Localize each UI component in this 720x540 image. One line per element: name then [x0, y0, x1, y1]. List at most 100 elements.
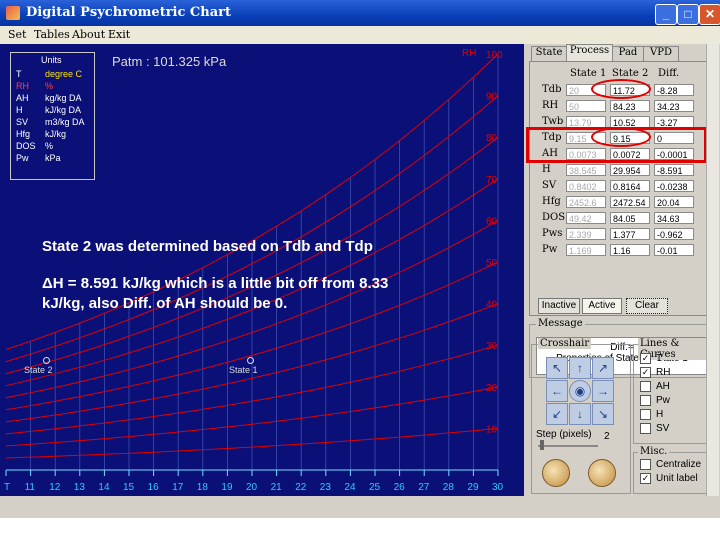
state-2-value[interactable]: 29.954: [610, 164, 650, 176]
property-label: Twb: [542, 116, 564, 127]
state-1-value[interactable]: 2.339: [566, 228, 606, 240]
rh-curve-label: 90: [486, 92, 498, 103]
unit-value: kJ/kg: [45, 129, 67, 139]
arrow-up-icon[interactable]: ↑: [569, 357, 591, 379]
diff-value[interactable]: 34.23: [654, 100, 694, 112]
arrow-up-left-icon[interactable]: ↖: [546, 357, 568, 379]
unit-value: kJ/kg DA: [45, 105, 82, 115]
inactive-button[interactable]: Inactive: [538, 298, 580, 314]
property-label: Tdb: [542, 84, 562, 95]
misc-group: Misc. Centralize ✓ Unit label: [633, 446, 713, 494]
state-1-value[interactable]: 50: [566, 100, 606, 112]
app-window: Digital Psychrometric Chart _ □ ✕ Set Ta…: [0, 0, 720, 518]
arrow-up-right-icon[interactable]: ↗: [592, 357, 614, 379]
property-label: Pw: [542, 244, 558, 255]
maximize-button[interactable]: □: [677, 4, 699, 25]
minimize-button[interactable]: _: [655, 4, 677, 25]
unit-value: kg/kg DA: [45, 93, 82, 103]
unit-value: %: [45, 81, 54, 91]
tab-process[interactable]: Process: [566, 44, 613, 62]
state-1-value[interactable]: 38.545: [566, 164, 606, 176]
rh-curve-label: 70: [486, 175, 498, 186]
misc-title: Misc.: [638, 446, 670, 457]
checkbox-label: Unit label: [656, 473, 698, 485]
x-tick-label: 17: [172, 482, 184, 493]
property-label: RH: [542, 100, 559, 111]
column-header-diff: Diff.: [658, 68, 680, 79]
misc-checkbox[interactable]: ✓ Unit label: [640, 473, 698, 484]
arrow-right-icon[interactable]: →: [592, 380, 614, 402]
checkbox-icon[interactable]: [640, 381, 651, 392]
misc-checkbox[interactable]: Centralize: [640, 459, 701, 470]
diff-value[interactable]: 20.04: [654, 196, 694, 208]
close-button[interactable]: ✕: [699, 4, 720, 25]
annotation-line-3: kJ/kg, also Diff. of AH should be 0.: [42, 295, 288, 312]
state-2-value[interactable]: 0.8164: [610, 180, 650, 192]
diff-value[interactable]: 34.63: [654, 212, 694, 224]
arrow-down-right-icon[interactable]: ↘: [592, 403, 614, 425]
checkbox-icon[interactable]: [640, 423, 651, 434]
checkbox-icon[interactable]: [640, 409, 651, 420]
curve-checkbox[interactable]: AH: [640, 381, 670, 392]
arrow-left-icon[interactable]: ←: [546, 380, 568, 402]
checkbox-icon[interactable]: ✓: [640, 353, 651, 364]
curve-checkbox[interactable]: SV: [640, 423, 669, 434]
menu-tables[interactable]: Tables: [34, 28, 70, 41]
diff-value[interactable]: -0.962: [654, 228, 694, 240]
message-title: Message: [536, 318, 585, 329]
state-1-value[interactable]: 2452.6: [566, 196, 606, 208]
checkbox-icon[interactable]: ✓: [640, 367, 651, 378]
diff-value[interactable]: -0.01: [654, 244, 694, 256]
arrow-down-icon[interactable]: ↓: [569, 403, 591, 425]
curve-checkbox[interactable]: Pw: [640, 395, 670, 406]
x-tick-label: 27: [418, 482, 430, 493]
column-header-state-2: State 2: [612, 68, 649, 79]
highlight-ellipse: [591, 79, 651, 99]
vertical-scrollbar[interactable]: [706, 44, 719, 496]
checkbox-icon[interactable]: ✓: [640, 473, 651, 484]
checkbox-icon[interactable]: [640, 395, 651, 406]
clear-button[interactable]: Clear: [626, 298, 668, 314]
unit-symbol: RH: [16, 81, 29, 91]
state-2-value[interactable]: 2472.54: [610, 196, 650, 208]
units-legend: Units T degree C RH % AH kg/kg DA H kJ/k…: [10, 52, 95, 180]
side-panel: State Process Pad VPD State 1 State 2 Di…: [526, 44, 720, 496]
tab-state[interactable]: State: [531, 46, 567, 62]
curve-checkbox[interactable]: ✓ T: [640, 353, 662, 364]
arrow-down-left-icon[interactable]: ↙: [546, 403, 568, 425]
diff-value[interactable]: -8.28: [654, 84, 694, 96]
menu-set[interactable]: Set: [8, 28, 26, 41]
diff-value[interactable]: -8.591: [654, 164, 694, 176]
tab-vpd[interactable]: VPD: [643, 46, 679, 62]
crosshair-group: Crosshair ↖ ↑ ↗ ← ◉ → ↙ ↓ ↘ Step (pixels…: [531, 338, 631, 494]
center-icon[interactable]: ◉: [569, 380, 591, 402]
active-button[interactable]: Active: [582, 298, 622, 314]
crosshair-title: Crosshair: [538, 338, 592, 349]
x-tick-label: 11: [25, 482, 36, 493]
state-1-label: State 1: [229, 365, 258, 375]
zoom-out-icon[interactable]: [542, 459, 570, 487]
step-slider-handle[interactable]: [540, 440, 544, 450]
state-1-value[interactable]: 49.42: [566, 212, 606, 224]
tab-pad[interactable]: Pad: [612, 46, 644, 62]
unit-symbol: AH: [16, 93, 29, 103]
state-1-value[interactable]: 1.169: [566, 244, 606, 256]
zoom-in-icon[interactable]: [588, 459, 616, 487]
menu-bar: Set Tables About Exit: [0, 26, 720, 44]
property-label: SV: [542, 180, 557, 191]
state-2-value[interactable]: 84.23: [610, 100, 650, 112]
state-2-value[interactable]: 1.16: [610, 244, 650, 256]
state-1-value[interactable]: 0.8402: [566, 180, 606, 192]
unit-value: m3/kg DA: [45, 117, 85, 127]
menu-exit[interactable]: Exit: [108, 28, 130, 41]
psychrometric-chart[interactable]: 100 90 80 70 60 50 40 30 20 10 RH T 11 12 13 14 15 16 17 18…: [0, 44, 524, 496]
state-2-value[interactable]: 1.377: [610, 228, 650, 240]
checkbox-icon[interactable]: [640, 459, 651, 470]
x-tick-label: 26: [394, 482, 406, 493]
state-2-value[interactable]: 84.05: [610, 212, 650, 224]
rh-curve-label: 80: [486, 133, 498, 144]
curve-checkbox[interactable]: ✓ RH: [640, 367, 670, 378]
curve-checkbox[interactable]: H: [640, 409, 663, 420]
diff-value[interactable]: -0.0238: [654, 180, 694, 192]
menu-about[interactable]: About: [72, 28, 105, 41]
